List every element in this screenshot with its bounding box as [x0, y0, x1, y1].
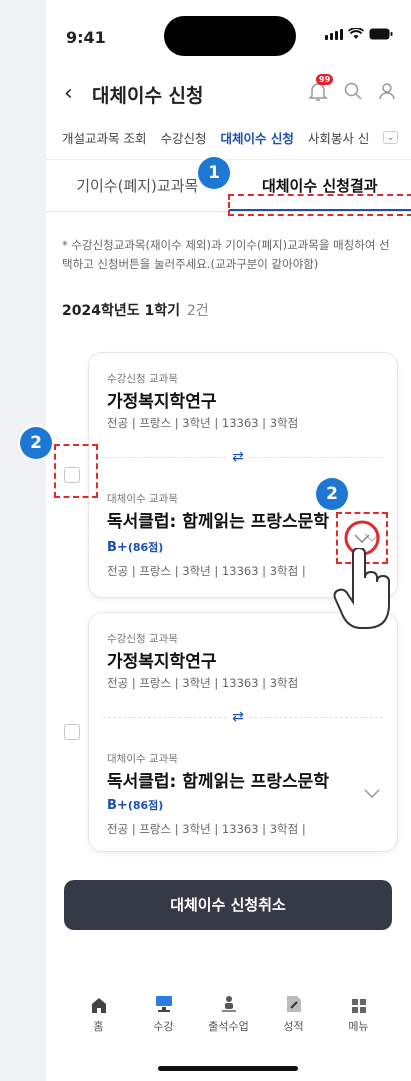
grade-score: (86점) [127, 541, 164, 554]
page-title: 대체이수 신청 [92, 85, 204, 107]
substitute-course-name: 독서클럽: 함께읽는 프랑스문학 [107, 772, 329, 792]
annotation-marker-2: 2 [20, 427, 52, 459]
grade-text: B+(86점) [107, 797, 163, 813]
nav-label: 출석수업 [208, 1020, 249, 1033]
substitute-course-name: 독서클럽: 함께읽는 프랑스문학 [107, 512, 329, 532]
grade-icon [269, 992, 319, 1014]
nav-label: 메뉴 [348, 1020, 369, 1033]
substitute-card: 수강신청 교과목 가정복지학연구 전공 | 프랑스 | 3학년 | 13363 … [88, 612, 398, 852]
menu-tabs: 개설교과목 조회 수강신청 대체이수 신청 사회봉사 신 ⌄ [46, 116, 411, 160]
annotation-box-result-tab [228, 194, 411, 216]
dynamic-island [164, 16, 296, 56]
substitute-course-meta: 전공 | 프랑스 | 3학년 | 13363 | 3학점 | [107, 822, 306, 836]
swap-icon: ⇄ [227, 446, 249, 468]
substitute-course-label: 대체이수 교과목 [107, 753, 178, 765]
nav-home[interactable]: 홈 [74, 992, 124, 1048]
substitute-course-meta: 전공 | 프랑스 | 3학년 | 13363 | 3학점 | [107, 564, 306, 578]
app-header: ‹ 대체이수 신청 99 [46, 72, 411, 116]
nav-menu[interactable]: 메뉴 [334, 992, 384, 1048]
registered-course-meta: 전공 | 프랑스 | 3학년 | 13363 | 3학점 [107, 676, 299, 690]
semester-heading: 2024학년도 1학기 2건 [46, 274, 411, 332]
semester-title: 2024학년도 1학기 [62, 303, 180, 319]
user-icon[interactable] [377, 81, 397, 101]
grade-value: B+ [107, 540, 128, 555]
registered-course-meta: 전공 | 프랑스 | 3학년 | 13363 | 3학점 [107, 416, 299, 430]
home-icon [74, 992, 124, 1014]
annotation-box-checkbox [54, 444, 98, 498]
grade-value: B+ [107, 798, 128, 813]
attendance-icon [204, 992, 254, 1014]
pointer-hand-icon [333, 548, 390, 629]
nav-grade[interactable]: 성적 [269, 992, 319, 1048]
swap-icon: ⇄ [227, 706, 249, 728]
nav-attendance[interactable]: 출석수업 [204, 992, 254, 1048]
class-icon [139, 992, 189, 1014]
wifi-icon [348, 28, 364, 39]
chevron-down-icon[interactable]: ⌄ [383, 131, 398, 144]
menu-tab-substitute[interactable]: 대체이수 신청 [221, 128, 294, 147]
status-bar: 9:41 [46, 0, 411, 72]
nav-class[interactable]: 수강 [139, 992, 189, 1048]
notification-badge: 99 [316, 74, 334, 85]
cancel-application-button[interactable]: 대체이수 신청취소 [64, 880, 392, 930]
substitute-course-label: 대체이수 교과목 [107, 493, 178, 505]
battery-icon [369, 28, 393, 40]
header-actions: 99 [307, 74, 397, 102]
registered-course-name: 가정복지학연구 [107, 392, 217, 412]
semester-count: 2건 [186, 303, 209, 319]
signal-icon [325, 29, 343, 40]
nav-label: 수강 [153, 1020, 174, 1033]
select-checkbox[interactable] [64, 724, 80, 740]
system-icons [325, 28, 393, 40]
menu-tab-course-search[interactable]: 개설교과목 조회 [62, 128, 146, 147]
status-time: 9:41 [66, 28, 106, 47]
search-icon[interactable] [343, 81, 363, 101]
grade-score: (86점) [127, 799, 164, 812]
bell-icon[interactable]: 99 [307, 74, 334, 102]
notice-text: * 수강신청교과목(재이수 제외)과 기이수(폐지)교과목을 매칭하여 선택하고… [62, 238, 390, 271]
nav-label: 홈 [93, 1020, 104, 1033]
menu-tab-registration[interactable]: 수강신청 [160, 128, 206, 147]
registered-course-label: 수강신청 교과목 [107, 373, 178, 385]
annotation-marker-1: 1 [198, 157, 230, 189]
menu-grid-icon [334, 992, 384, 1014]
menu-tab-volunteer[interactable]: 사회봉사 신 [308, 128, 369, 147]
annotation-marker-2: 2 [316, 478, 348, 510]
bottom-nav: 홈 수강 출석수업 성적 메뉴 [46, 992, 411, 1048]
registered-course-name: 가정복지학연구 [107, 652, 217, 672]
registered-course-label: 수강신청 교과목 [107, 633, 178, 645]
nav-label: 성적 [283, 1020, 304, 1033]
chevron-left-icon[interactable]: ‹ [64, 81, 73, 106]
home-indicator [158, 1066, 298, 1071]
chevron-down-icon[interactable] [363, 787, 381, 799]
grade-text: B+(86점) [107, 539, 163, 555]
